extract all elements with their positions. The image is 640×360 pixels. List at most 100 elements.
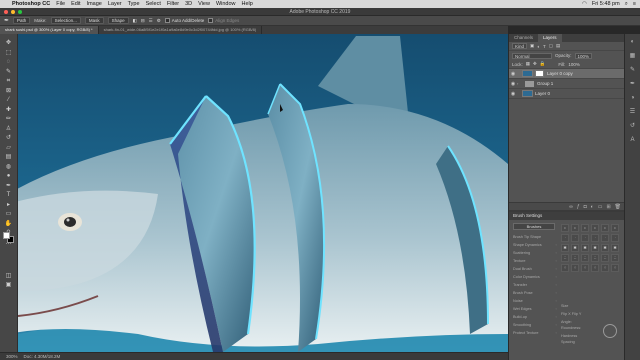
brush-tip[interactable]: ⁘ bbox=[561, 264, 569, 272]
pen-tool-icon[interactable]: ✒ bbox=[4, 17, 9, 24]
quick-mask-icon[interactable]: ◫ bbox=[4, 273, 14, 280]
menu-view[interactable]: View bbox=[198, 0, 210, 8]
add-mask-icon[interactable]: ◘ bbox=[584, 204, 587, 210]
menu-select[interactable]: Select bbox=[146, 0, 161, 8]
brush-tip[interactable]: ∴ bbox=[591, 254, 599, 262]
healing-brush-tool-icon[interactable]: ✚ bbox=[4, 107, 14, 114]
brush-tip[interactable]: ✱ bbox=[611, 244, 619, 252]
brush-tip[interactable]: • bbox=[561, 224, 569, 232]
roundness-label[interactable]: Roundness: bbox=[561, 326, 581, 330]
layer-row-group-1[interactable]: ◉ › Group 1 bbox=[509, 79, 624, 89]
brush-option[interactable]: Wet Edges ▫ bbox=[513, 305, 557, 313]
brush-tip[interactable]: • bbox=[591, 224, 599, 232]
brush-tip[interactable]: ∴ bbox=[561, 254, 569, 262]
lock-pixels-icon[interactable]: ▦ bbox=[526, 61, 530, 67]
search-icon[interactable]: ⌕ bbox=[625, 0, 628, 8]
make-selection-button[interactable]: Selection... bbox=[50, 17, 81, 24]
brush-tip[interactable]: • bbox=[571, 224, 579, 232]
brush-panel-icon[interactable]: ✎ bbox=[629, 66, 637, 74]
filter-shape-icon[interactable]: ▢ bbox=[549, 43, 553, 49]
brush-tip[interactable]: ∙ bbox=[571, 234, 579, 242]
menu-3d[interactable]: 3D bbox=[185, 0, 192, 8]
brush-tip[interactable]: ✱ bbox=[561, 244, 569, 252]
clone-stamp-tool-icon[interactable]: ♙ bbox=[4, 126, 14, 133]
hardness-label[interactable]: Hardness bbox=[561, 334, 581, 338]
brush-option[interactable]: Texture ▫ bbox=[513, 257, 557, 265]
lock-all-icon[interactable]: 🔒 bbox=[540, 61, 546, 67]
doc-tab-active[interactable]: shark sushi.psd @ 300% (Layer 0 copy, RG… bbox=[0, 26, 99, 34]
link-layers-icon[interactable]: ∞ bbox=[569, 204, 573, 210]
color-panel-icon[interactable]: ◐ bbox=[629, 38, 637, 46]
brush-tip[interactable]: ∴ bbox=[581, 254, 589, 262]
adjustment-icon[interactable]: ◐ bbox=[591, 204, 594, 210]
path-align-icon[interactable]: ⊟ bbox=[141, 18, 145, 24]
frame-tool-icon[interactable]: ⊠ bbox=[4, 88, 14, 95]
brush-tip[interactable]: ✱ bbox=[601, 244, 609, 252]
brush-angle-preview[interactable] bbox=[603, 324, 617, 338]
close-window-button[interactable] bbox=[4, 10, 8, 14]
brush-option[interactable]: Brush Tip Shape bbox=[513, 233, 557, 241]
swatches-panel-icon[interactable]: ▦ bbox=[629, 52, 637, 60]
path-ops-icon[interactable]: ◧ bbox=[133, 18, 137, 24]
make-shape-button[interactable]: Shape bbox=[107, 17, 129, 24]
brush-option[interactable]: Noise ▫ bbox=[513, 297, 557, 305]
brush-tip[interactable]: • bbox=[581, 224, 589, 232]
rectangle-tool-icon[interactable]: ▭ bbox=[4, 211, 14, 218]
layer-mask-thumbnail[interactable] bbox=[535, 70, 544, 77]
tab-channels[interactable]: Channels bbox=[509, 34, 538, 42]
align-edges-checkbox[interactable]: Align Edges bbox=[208, 18, 239, 24]
layer-row-layer-0[interactable]: ◉ Layer 0 bbox=[509, 89, 624, 99]
dodge-tool-icon[interactable]: ● bbox=[4, 173, 14, 180]
blend-mode-select[interactable]: Normal bbox=[512, 52, 552, 59]
menu-window[interactable]: Window bbox=[216, 0, 236, 8]
opacity-field[interactable]: 100% bbox=[574, 52, 593, 59]
brush-option[interactable]: Brush Pose ▫ bbox=[513, 289, 557, 297]
fx-icon[interactable]: ƒ bbox=[577, 204, 580, 210]
brush-tip[interactable]: ∴ bbox=[601, 254, 609, 262]
quick-select-tool-icon[interactable]: ✎ bbox=[4, 69, 14, 76]
brush-tip[interactable]: ∙ bbox=[581, 234, 589, 242]
hand-tool-icon[interactable]: ✋ bbox=[4, 221, 14, 228]
brush-tip[interactable]: ⁘ bbox=[571, 264, 579, 272]
crop-tool-icon[interactable]: ⌗ bbox=[4, 78, 14, 85]
paths-panel-icon[interactable]: ✒ bbox=[629, 80, 637, 88]
brush-tip[interactable]: ⁘ bbox=[581, 264, 589, 272]
pen-tool-icon[interactable]: ✒ bbox=[4, 183, 14, 190]
visibility-eye-icon[interactable]: ◉ bbox=[509, 71, 517, 77]
brush-tip[interactable]: ⁘ bbox=[611, 264, 619, 272]
layer-filter-kind[interactable]: Kind bbox=[512, 43, 528, 49]
blur-tool-icon[interactable]: ◍ bbox=[4, 164, 14, 171]
doc-tab-2[interactable]: shark-fin-01_wide-06a8f5f1e2e1f0a1a9a6e8… bbox=[99, 26, 263, 34]
path-arrange-icon[interactable]: ☰ bbox=[149, 18, 153, 24]
menu-filter[interactable]: Filter bbox=[167, 0, 179, 8]
brush-option[interactable]: Protect Texture ▫ bbox=[513, 329, 557, 337]
brush-tip[interactable]: ∙ bbox=[601, 234, 609, 242]
new-layer-icon[interactable]: ⊞ bbox=[606, 204, 610, 210]
history-panel-icon[interactable]: ↺ bbox=[629, 122, 637, 130]
fill-field[interactable]: 100% bbox=[568, 62, 580, 67]
brush-tip[interactable]: ∙ bbox=[611, 234, 619, 242]
lock-position-icon[interactable]: ✥ bbox=[533, 61, 537, 67]
spacing-label[interactable]: Spacing bbox=[561, 340, 581, 344]
make-mask-button[interactable]: Mask bbox=[84, 17, 104, 24]
brush-tip[interactable]: ∴ bbox=[571, 254, 579, 262]
filter-type-icon[interactable]: T bbox=[543, 44, 546, 49]
brush-tool-icon[interactable]: ✏ bbox=[4, 116, 14, 123]
trash-icon[interactable]: 🗑 bbox=[615, 204, 621, 210]
lasso-tool-icon[interactable]: ◌ bbox=[4, 59, 14, 66]
layer-row-layer-0-copy[interactable]: ◉ Layer 0 copy bbox=[509, 69, 624, 79]
menu-help[interactable]: Help bbox=[242, 0, 253, 8]
gradient-tool-icon[interactable]: ▤ bbox=[4, 154, 14, 161]
brush-tip[interactable]: • bbox=[601, 224, 609, 232]
size-label[interactable]: Size bbox=[561, 304, 581, 308]
brush-option[interactable]: Transfer ▫ bbox=[513, 281, 557, 289]
filter-smart-icon[interactable]: ▤ bbox=[556, 43, 560, 49]
brush-option[interactable]: Smoothing ▫ bbox=[513, 321, 557, 329]
eraser-tool-icon[interactable]: ▱ bbox=[4, 145, 14, 152]
chevron-right-icon[interactable]: › bbox=[517, 81, 522, 86]
tab-layers[interactable]: Layers bbox=[538, 34, 562, 42]
brush-option[interactable]: Build-up ▫ bbox=[513, 313, 557, 321]
menu-edit[interactable]: Edit bbox=[71, 0, 80, 8]
type-tool-icon[interactable]: T bbox=[4, 192, 14, 199]
history-brush-tool-icon[interactable]: ↺ bbox=[4, 135, 14, 142]
